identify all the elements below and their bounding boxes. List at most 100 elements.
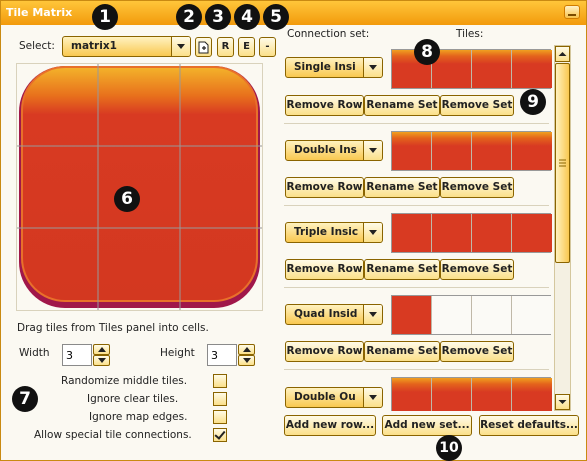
select-label: Select: [19, 40, 55, 52]
matrix-tile-preview [17, 64, 262, 310]
annotation-badge-10: 10 [436, 435, 462, 461]
set-select[interactable]: Single Insi [285, 57, 383, 78]
tile[interactable] [432, 378, 472, 411]
chevron-down-icon[interactable] [363, 223, 382, 242]
annotation-badge-1: 1 [92, 4, 118, 30]
chevron-down-icon[interactable] [363, 141, 382, 160]
set-name: Double Ins [294, 144, 357, 156]
remove-set-button[interactable]: Remove Set [440, 95, 514, 116]
ignore-edges-checkbox[interactable] [213, 410, 227, 424]
tile[interactable] [472, 132, 512, 170]
set-name: Single Insi [294, 61, 356, 73]
add-row-button[interactable]: Add new row... [284, 415, 376, 436]
remove-row-button[interactable]: Remove Row [285, 95, 364, 116]
connection-set-header: Connection set: [287, 28, 370, 40]
set-tiles-strip[interactable] [391, 295, 552, 335]
special-connections-checkbox[interactable] [213, 428, 227, 442]
scroll-thumb[interactable] [555, 63, 570, 263]
tile[interactable] [472, 214, 512, 252]
set-select[interactable]: Quad Insid [285, 304, 383, 325]
remove-row-button[interactable]: Remove Row [285, 341, 364, 362]
set-select[interactable]: Double Ins [285, 140, 383, 161]
tile[interactable] [472, 378, 512, 411]
rename-set-button[interactable]: Rename Set [364, 341, 440, 362]
set-tiles-strip[interactable] [391, 377, 552, 411]
annotation-badge-8: 8 [414, 39, 440, 65]
width-down-icon[interactable] [93, 355, 110, 366]
tile[interactable] [512, 214, 552, 252]
set-select[interactable]: Triple Insic [285, 222, 383, 243]
matrix-select[interactable]: matrix1 [62, 36, 191, 57]
drag-hint: Drag tiles from Tiles panel into cells. [17, 322, 209, 334]
chevron-down-icon[interactable] [171, 37, 190, 56]
height-input[interactable] [207, 344, 237, 366]
remove-row-button[interactable]: Remove Row [285, 177, 364, 198]
tile[interactable] [512, 378, 552, 411]
tile[interactable] [512, 296, 552, 334]
scroll-up-icon[interactable] [555, 46, 570, 62]
rename-set-button[interactable]: Rename Set [364, 259, 440, 280]
new-matrix-button[interactable] [195, 37, 212, 57]
add-set-button[interactable]: Add new set... [382, 415, 472, 436]
reset-defaults-button[interactable]: Reset defaults... [479, 415, 579, 436]
tile[interactable] [392, 214, 432, 252]
width-label: Width [19, 347, 50, 359]
set-name: Triple Insic [294, 226, 359, 238]
tiles-header: Tiles: [456, 28, 484, 40]
width-up-icon[interactable] [93, 344, 110, 355]
annotation-badge-9: 9 [520, 89, 546, 115]
rename-set-button[interactable]: Rename Set [364, 95, 440, 116]
new-document-icon [198, 41, 209, 54]
tile-matrix-window: Tile Matrix Select: matrix1 R E - Drag t… [0, 0, 587, 461]
set-name: Quad Insid [294, 308, 358, 320]
tile[interactable] [432, 214, 472, 252]
set-divider [284, 123, 549, 124]
annotation-badge-3: 3 [205, 4, 231, 30]
randomize-checkbox[interactable] [213, 374, 227, 388]
annotation-badge-5: 5 [263, 4, 289, 30]
tile[interactable] [472, 296, 512, 334]
tile[interactable] [512, 50, 552, 88]
height-up-icon[interactable] [238, 344, 255, 355]
annotation-badge-2: 2 [176, 4, 202, 30]
minimize-button[interactable] [564, 5, 580, 19]
matrix-grid[interactable] [16, 63, 263, 311]
tile[interactable] [392, 132, 432, 170]
remove-set-button[interactable]: Remove Set [440, 177, 514, 198]
remove-matrix-button[interactable]: - [259, 37, 276, 57]
sets-scrollbar[interactable] [554, 45, 571, 411]
chevron-down-icon[interactable] [363, 388, 382, 407]
set-divider [284, 287, 549, 288]
annotation-badge-6: 6 [114, 186, 140, 212]
set-select[interactable]: Double Ou [285, 387, 383, 408]
set-tiles-strip[interactable] [391, 131, 552, 171]
matrix-select-value: matrix1 [71, 40, 117, 52]
rename-set-button[interactable]: Rename Set [364, 177, 440, 198]
set-tiles-strip[interactable] [391, 213, 552, 253]
height-down-icon[interactable] [238, 355, 255, 366]
tile[interactable] [392, 296, 432, 334]
title-bar: Tile Matrix [1, 1, 586, 25]
set-name: Double Ou [294, 391, 356, 403]
width-input[interactable] [62, 344, 92, 366]
set-divider [284, 369, 549, 370]
edit-matrix-button[interactable]: E [238, 37, 255, 57]
annotation-badge-4: 4 [234, 4, 260, 30]
tile[interactable] [432, 296, 472, 334]
tile[interactable] [472, 50, 512, 88]
scroll-down-icon[interactable] [555, 394, 570, 410]
chevron-down-icon[interactable] [363, 58, 382, 77]
chevron-down-icon[interactable] [363, 305, 382, 324]
ignore-clear-checkbox[interactable] [213, 392, 227, 406]
option-label: Ignore map edges. [89, 411, 188, 423]
annotation-badge-7: 7 [12, 386, 38, 412]
tile[interactable] [392, 378, 432, 411]
remove-set-button[interactable]: Remove Set [440, 341, 514, 362]
option-label: Ignore clear tiles. [87, 393, 179, 405]
remove-set-button[interactable]: Remove Set [440, 259, 514, 280]
option-label: Randomize middle tiles. [61, 375, 188, 387]
remove-row-button[interactable]: Remove Row [285, 259, 364, 280]
tile[interactable] [512, 132, 552, 170]
rename-matrix-button[interactable]: R [217, 37, 234, 57]
tile[interactable] [432, 132, 472, 170]
